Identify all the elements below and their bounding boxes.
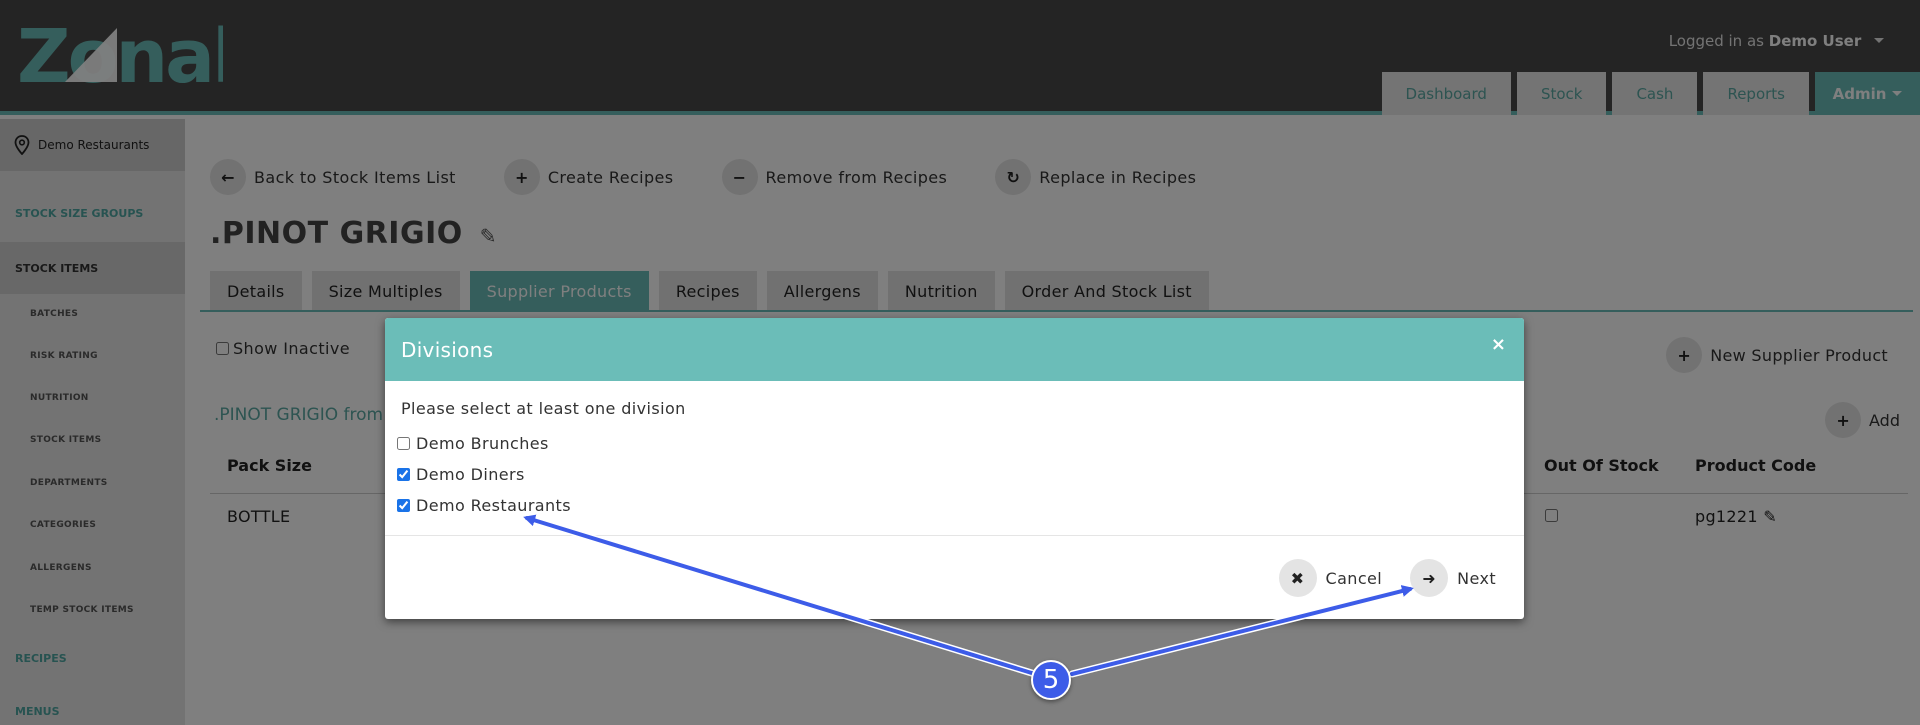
arrow-right-icon: ➜	[1410, 559, 1449, 597]
division-checkbox-demo-restaurants[interactable]	[397, 499, 410, 512]
division-label: Demo Restaurants	[416, 496, 571, 515]
cancel-label: Cancel	[1325, 568, 1383, 588]
division-checkbox-demo-diners[interactable]	[397, 468, 410, 481]
divisions-modal: Divisions × Please select at least one d…	[385, 318, 1524, 619]
division-option-demo-diners[interactable]: Demo Diners	[397, 459, 1508, 490]
close-icon: ✖	[1278, 559, 1317, 597]
next-button[interactable]: ➜ Next	[1410, 559, 1496, 597]
cancel-button[interactable]: ✖ Cancel	[1278, 559, 1383, 597]
modal-footer: ✖ Cancel ➜ Next	[1278, 559, 1496, 597]
division-instruction: Please select at least one division	[401, 399, 686, 418]
modal-title: Divisions	[401, 337, 494, 362]
division-label: Demo Brunches	[416, 434, 549, 453]
division-option-demo-brunches[interactable]: Demo Brunches	[397, 428, 1508, 459]
division-label: Demo Diners	[416, 465, 525, 484]
division-checkbox-demo-brunches[interactable]	[397, 437, 410, 450]
modal-body: Please select at least one division Demo…	[385, 381, 1524, 536]
next-label: Next	[1457, 568, 1496, 588]
modal-header: Divisions ×	[385, 318, 1524, 381]
close-icon[interactable]: ×	[1491, 334, 1506, 355]
step-badge: 5	[1031, 660, 1071, 700]
division-option-demo-restaurants[interactable]: Demo Restaurants	[397, 490, 1508, 521]
